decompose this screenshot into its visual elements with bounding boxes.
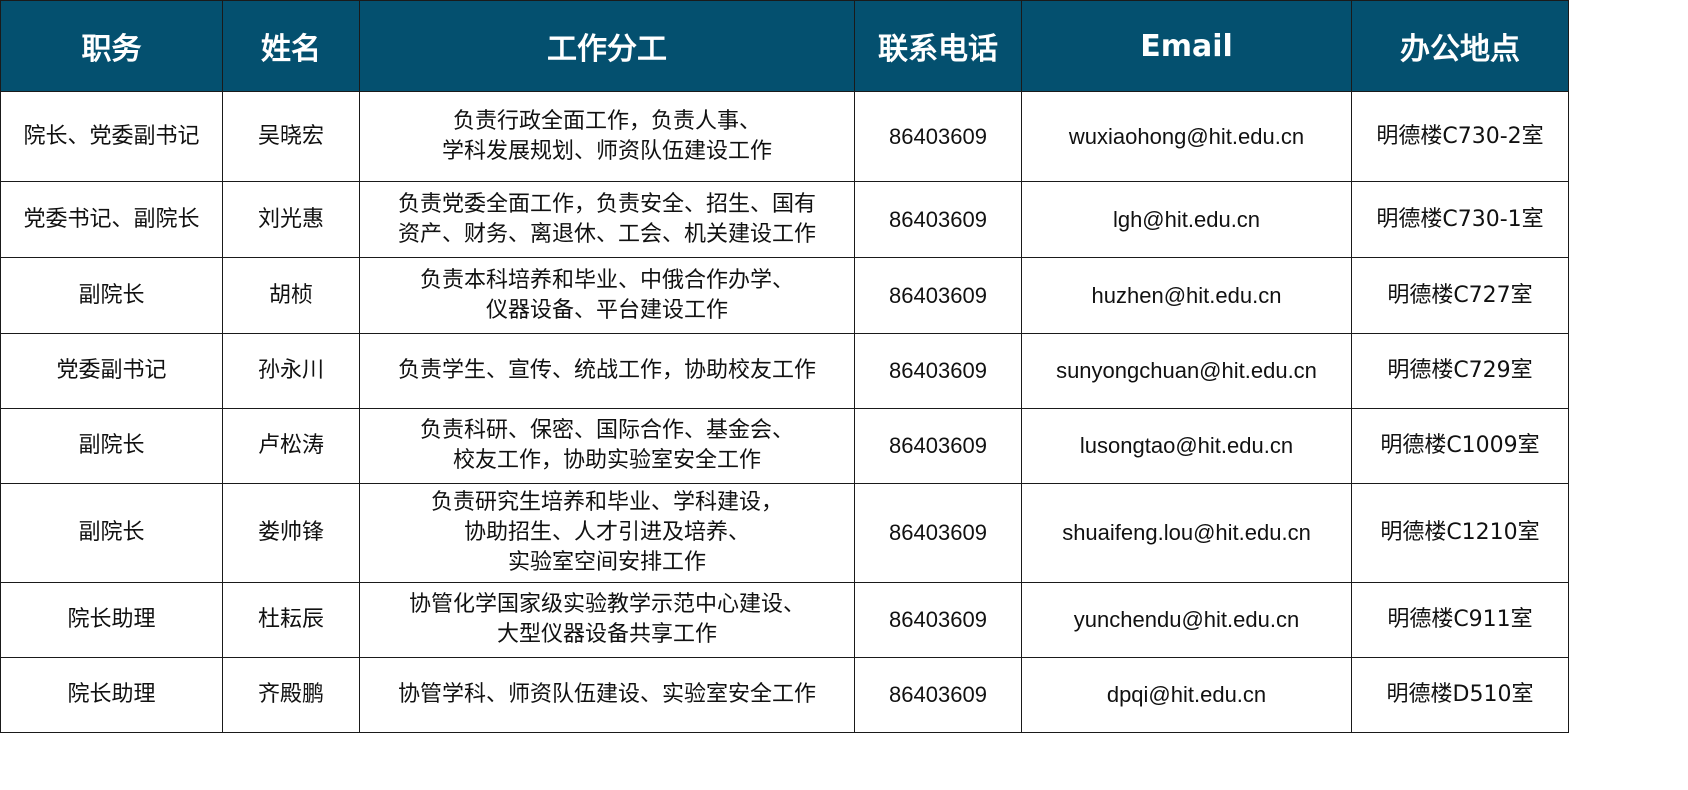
cell-title: 党委副书记 <box>0 333 223 409</box>
cell-office: 明德楼C729室 <box>1351 333 1569 409</box>
duty-line: 协管化学国家级实验教学示范中心建设、 <box>408 592 805 617</box>
table-row: 院长助理 杜耘辰 协管化学国家级实验教学示范中心建设、 大型仪器设备共享工作 86403… <box>0 582 1569 658</box>
cell-office: 明德楼C1009室 <box>1351 408 1569 484</box>
cell-office: 明德楼C911室 <box>1351 582 1569 658</box>
table-body: 院长、党委副书记 吴晓宏 负责行政全面工作，负责人事、 学科发展规划、师资队伍建设工作… <box>0 91 1569 733</box>
duty-line: 协管学科、师资队伍建设、实验室安全工作 <box>397 682 816 707</box>
cell-name: 杜耘辰 <box>222 582 360 658</box>
header-email: Email <box>1021 0 1352 92</box>
cell-phone: 86403609 <box>854 582 1022 658</box>
table-row: 院长助理 齐殿鹏 协管学科、师资队伍建设、实验室安全工作 86403609 dpqi@h… <box>0 657 1569 733</box>
table-row: 院长、党委副书记 吴晓宏 负责行政全面工作，负责人事、 学科发展规划、师资队伍建设工作… <box>0 91 1569 182</box>
cell-name: 刘光惠 <box>222 181 360 258</box>
table-row: 副院长 卢松涛 负责科研、保密、国际合作、基金会、 校友工作，协助实验室安全工作 864… <box>0 408 1569 484</box>
cell-name: 吴晓宏 <box>222 91 360 182</box>
duty-line: 大型仪器设备共享工作 <box>496 622 717 647</box>
cell-phone: 86403609 <box>854 657 1022 733</box>
cell-office: 明德楼C727室 <box>1351 257 1569 334</box>
cell-name: 孙永川 <box>222 333 360 409</box>
duty-line: 负责研究生培养和毕业、学科建设， <box>430 490 783 515</box>
cell-duties: 负责党委全面工作，负责安全、招生、国有 资产、财务、离退休、工会、机关建设工作 <box>359 181 855 258</box>
cell-phone: 86403609 <box>854 91 1022 182</box>
leadership-table: 职务 姓名 工作分工 联系电话 Email 办公地点 院长、党委副书记 吴晓宏 负责… <box>0 0 1569 733</box>
duty-line: 仪器设备、平台建设工作 <box>485 297 728 323</box>
duty-line: 负责本科培养和毕业、中俄合作办学、 <box>419 267 794 293</box>
cell-email[interactable]: shuaifeng.lou@hit.edu.cn <box>1021 483 1352 583</box>
duty-line: 负责学生、宣传、统战工作，协助校友工作 <box>397 358 816 383</box>
cell-name: 齐殿鹏 <box>222 657 360 733</box>
cell-name: 娄帅锋 <box>222 483 360 583</box>
cell-email[interactable]: lusongtao@hit.edu.cn <box>1021 408 1352 484</box>
cell-email[interactable]: huzhen@hit.edu.cn <box>1021 257 1352 334</box>
cell-name: 卢松涛 <box>222 408 360 484</box>
cell-duties: 负责行政全面工作，负责人事、 学科发展规划、师资队伍建设工作 <box>359 91 855 182</box>
cell-title: 副院长 <box>0 408 223 484</box>
cell-title: 党委书记、副院长 <box>0 181 223 258</box>
duty-line: 实验室空间安排工作 <box>507 550 706 575</box>
table-row: 党委副书记 孙永川 负责学生、宣传、统战工作，协助校友工作 86403609 sunyo… <box>0 333 1569 409</box>
table-row: 党委书记、副院长 刘光惠 负责党委全面工作，负责安全、招生、国有 资产、财务、离退休、… <box>0 181 1569 258</box>
cell-duties: 负责学生、宣传、统战工作，协助校友工作 <box>359 333 855 409</box>
cell-office: 明德楼C730-1室 <box>1351 181 1569 258</box>
cell-title: 副院长 <box>0 257 223 334</box>
duty-line: 协助招生、人才引进及培养、 <box>463 520 750 545</box>
duty-line: 资产、财务、离退休、工会、机关建设工作 <box>397 221 816 247</box>
cell-duties: 负责研究生培养和毕业、学科建设， 协助招生、人才引进及培养、 实验室空间安排工作 <box>359 483 855 583</box>
cell-duties: 协管化学国家级实验教学示范中心建设、 大型仪器设备共享工作 <box>359 582 855 658</box>
duty-line: 负责行政全面工作，负责人事、 <box>452 108 761 134</box>
header-title: 职务 <box>0 0 223 92</box>
table-row: 副院长 娄帅锋 负责研究生培养和毕业、学科建设， 协助招生、人才引进及培养、 实验室空间… <box>0 483 1569 583</box>
cell-email[interactable]: yunchendu@hit.edu.cn <box>1021 582 1352 658</box>
cell-phone: 86403609 <box>854 333 1022 409</box>
cell-title: 副院长 <box>0 483 223 583</box>
cell-duties: 负责本科培养和毕业、中俄合作办学、 仪器设备、平台建设工作 <box>359 257 855 334</box>
header-phone: 联系电话 <box>854 0 1022 92</box>
cell-email[interactable]: lgh@hit.edu.cn <box>1021 181 1352 258</box>
cell-office: 明德楼C730-2室 <box>1351 91 1569 182</box>
cell-phone: 86403609 <box>854 408 1022 484</box>
cell-email[interactable]: dpqi@hit.edu.cn <box>1021 657 1352 733</box>
cell-title: 院长、党委副书记 <box>0 91 223 182</box>
table-header-row: 职务 姓名 工作分工 联系电话 Email 办公地点 <box>0 0 1569 92</box>
duty-line: 负责党委全面工作，负责安全、招生、国有 <box>397 191 816 217</box>
cell-duties: 负责科研、保密、国际合作、基金会、 校友工作，协助实验室安全工作 <box>359 408 855 484</box>
cell-phone: 86403609 <box>854 483 1022 583</box>
cell-title: 院长助理 <box>0 657 223 733</box>
header-name: 姓名 <box>222 0 360 92</box>
table-row: 副院长 胡桢 负责本科培养和毕业、中俄合作办学、 仪器设备、平台建设工作 8640360… <box>0 257 1569 334</box>
cell-email[interactable]: wuxiaohong@hit.edu.cn <box>1021 91 1352 182</box>
duty-line: 学科发展规划、师资队伍建设工作 <box>441 138 772 164</box>
header-duties: 工作分工 <box>359 0 855 92</box>
duty-line: 校友工作，协助实验室安全工作 <box>452 448 761 473</box>
header-office: 办公地点 <box>1351 0 1569 92</box>
cell-title: 院长助理 <box>0 582 223 658</box>
cell-name: 胡桢 <box>222 257 360 334</box>
cell-office: 明德楼D510室 <box>1351 657 1569 733</box>
cell-email[interactable]: sunyongchuan@hit.edu.cn <box>1021 333 1352 409</box>
cell-office: 明德楼C1210室 <box>1351 483 1569 583</box>
cell-phone: 86403609 <box>854 257 1022 334</box>
cell-duties: 协管学科、师资队伍建设、实验室安全工作 <box>359 657 855 733</box>
duty-line: 负责科研、保密、国际合作、基金会、 <box>419 418 794 443</box>
cell-phone: 86403609 <box>854 181 1022 258</box>
